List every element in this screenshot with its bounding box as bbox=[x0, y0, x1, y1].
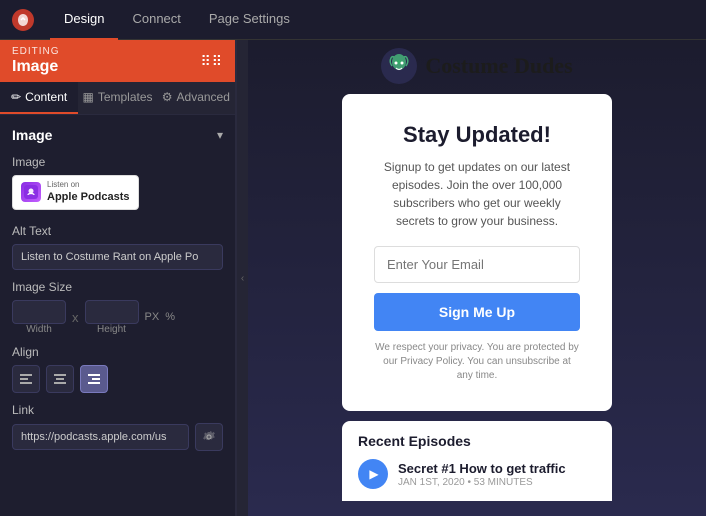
tab-content[interactable]: ✏ Content bbox=[0, 82, 78, 114]
width-label: Width bbox=[12, 324, 66, 335]
section-name-label: Image bbox=[12, 58, 60, 76]
editing-label: EDITING bbox=[12, 46, 60, 57]
size-separator: x bbox=[72, 310, 79, 325]
alt-text-label: Alt Text bbox=[12, 224, 223, 238]
card-title: Stay Updated! bbox=[374, 122, 580, 148]
tab-advanced[interactable]: ⚙ Advanced bbox=[157, 82, 235, 114]
costume-dudes-logo bbox=[381, 48, 417, 84]
preview-content: Costume Dudes Stay Updated! Signup to ge… bbox=[248, 40, 706, 501]
align-center-button[interactable] bbox=[46, 365, 74, 393]
preview-area: Costume Dudes Stay Updated! Signup to ge… bbox=[248, 40, 706, 516]
signup-button[interactable]: Sign Me Up bbox=[374, 293, 580, 331]
privacy-text: We respect your privacy. You are protect… bbox=[374, 341, 580, 383]
sidebar-header-info: EDITING Image bbox=[12, 46, 60, 76]
pencil-icon: ✏ bbox=[11, 90, 21, 104]
link-settings-button[interactable] bbox=[195, 423, 223, 451]
tab-templates[interactable]: ▦ Templates bbox=[78, 82, 156, 114]
image-section-title: Image bbox=[12, 127, 52, 143]
height-label: Height bbox=[85, 324, 139, 335]
chevron-down-icon[interactable]: ▾ bbox=[217, 128, 223, 142]
sidebar-content: Image ▾ Image bbox=[0, 115, 235, 516]
episode-item: ▶ Secret #1 How to get traffic JAN 1ST, … bbox=[358, 459, 596, 489]
link-input[interactable] bbox=[12, 424, 189, 450]
link-label: Link bbox=[12, 403, 223, 417]
logo-area: Costume Dudes bbox=[381, 48, 572, 84]
sidebar-collapse-handle[interactable]: ‹ bbox=[236, 40, 248, 516]
app-logo bbox=[12, 9, 34, 31]
apple-podcast-badge: Listen on Apple Podcasts bbox=[47, 180, 130, 205]
play-button[interactable]: ▶ bbox=[358, 459, 388, 489]
alt-text-input[interactable] bbox=[12, 244, 223, 270]
nav-tab-connect[interactable]: Connect bbox=[118, 0, 194, 40]
nav-tab-design[interactable]: Design bbox=[50, 0, 118, 40]
recent-episodes-section: Recent Episodes ▶ Secret #1 How to get t… bbox=[342, 421, 612, 501]
align-left-button[interactable] bbox=[12, 365, 40, 393]
size-pct-label: % bbox=[165, 311, 175, 323]
image-preview[interactable]: Listen on Apple Podcasts bbox=[12, 175, 139, 210]
height-input[interactable] bbox=[85, 300, 139, 324]
main-area: EDITING Image ⠿⠿ ✏ Content ▦ Templates ⚙… bbox=[0, 40, 706, 516]
email-input[interactable] bbox=[374, 246, 580, 283]
top-navigation: Design Connect Page Settings bbox=[0, 0, 706, 40]
height-field-group: Height bbox=[85, 300, 139, 335]
card-description: Signup to get updates on our latest epis… bbox=[374, 158, 580, 230]
episode-meta: JAN 1ST, 2020 • 53 MINUTES bbox=[398, 477, 596, 488]
episode-title: Secret #1 How to get traffic bbox=[398, 461, 596, 476]
align-label: Align bbox=[12, 345, 223, 359]
play-icon: ▶ bbox=[369, 467, 378, 481]
sidebar: EDITING Image ⠿⠿ ✏ Content ▦ Templates ⚙… bbox=[0, 40, 236, 516]
width-input[interactable] bbox=[12, 300, 66, 324]
episode-info: Secret #1 How to get traffic JAN 1ST, 20… bbox=[398, 461, 596, 488]
apple-podcasts-icon bbox=[21, 182, 41, 202]
image-section-header: Image ▾ bbox=[12, 127, 223, 143]
size-unit-label: PX bbox=[145, 311, 160, 323]
image-size-label: Image Size bbox=[12, 280, 223, 294]
recent-episodes-title: Recent Episodes bbox=[358, 433, 596, 449]
link-row bbox=[12, 423, 223, 451]
signup-card: Stay Updated! Signup to get updates on o… bbox=[342, 94, 612, 411]
sidebar-tabs: ✏ Content ▦ Templates ⚙ Advanced bbox=[0, 82, 235, 115]
align-right-button[interactable] bbox=[80, 365, 108, 393]
image-field-label: Image bbox=[12, 155, 223, 169]
logo-text: Costume Dudes bbox=[425, 53, 572, 79]
templates-icon: ▦ bbox=[82, 90, 93, 104]
align-row bbox=[12, 365, 223, 393]
advanced-icon: ⚙ bbox=[162, 90, 173, 104]
sidebar-header: EDITING Image ⠿⠿ bbox=[0, 40, 235, 82]
grid-icon[interactable]: ⠿⠿ bbox=[200, 53, 223, 70]
width-field-group: Width bbox=[12, 300, 66, 335]
size-row: Width x Height PX % bbox=[12, 300, 223, 335]
nav-tab-page-settings[interactable]: Page Settings bbox=[195, 0, 304, 40]
